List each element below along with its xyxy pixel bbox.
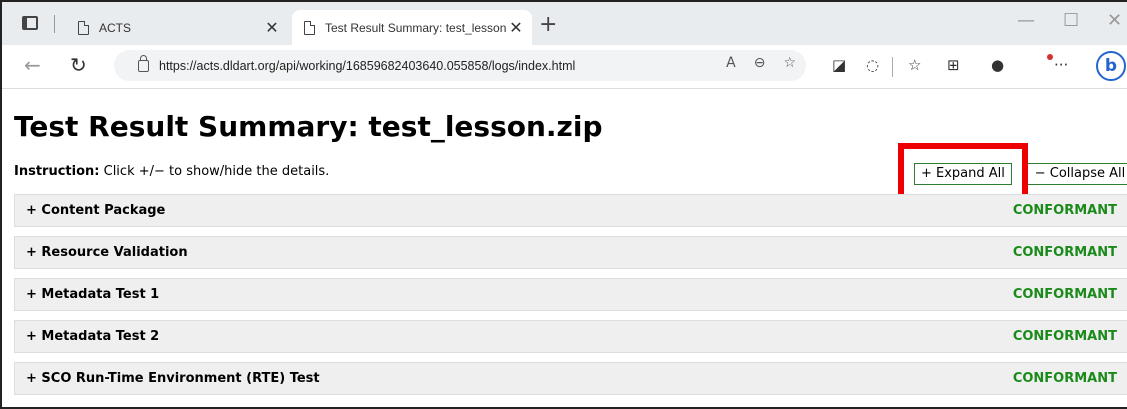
- new-tab-button[interactable]: +: [539, 12, 557, 37]
- instruction-label: Instruction:: [14, 164, 100, 179]
- section-label[interactable]: + Metadata Test 2: [15, 329, 159, 344]
- tab-divider: [54, 15, 55, 33]
- browser-toolbar: ← ↻ https://acts.dldart.org/api/working/…: [2, 45, 1127, 89]
- close-icon[interactable]: ✕: [506, 18, 526, 38]
- page-icon: [304, 20, 315, 35]
- status-badge: CONFORMANT: [1012, 287, 1117, 302]
- tab-actions-icon[interactable]: [22, 16, 38, 30]
- maximize-button[interactable]: ☐: [1063, 10, 1079, 31]
- address-bar-actions: A ⊖ ☆: [726, 55, 796, 71]
- more-menu-icon[interactable]: ···: [1054, 56, 1068, 74]
- tab-title: ACTS: [99, 20, 132, 35]
- collapse-all-button[interactable]: − Collapse All: [1024, 163, 1127, 185]
- address-bar[interactable]: https://acts.dldart.org/api/working/1685…: [114, 50, 806, 81]
- reload-icon[interactable]: ↻: [70, 53, 87, 77]
- section-label[interactable]: + Resource Validation: [15, 245, 188, 260]
- browser-window: ACTS ✕ Test Result Summary: test_lesson …: [0, 0, 1127, 409]
- status-badge: CONFORMANT: [1012, 245, 1117, 260]
- section-label[interactable]: + Metadata Test 1: [15, 287, 159, 302]
- tab-acts[interactable]: ACTS ✕: [66, 10, 288, 45]
- page-title: Test Result Summary: test_lesson.zip: [14, 110, 603, 143]
- zoom-icon[interactable]: ⊖: [754, 55, 766, 71]
- section-content-package[interactable]: + Content Package CONFORMANT: [14, 194, 1127, 227]
- section-metadata-test-1[interactable]: + Metadata Test 1 CONFORMANT: [14, 278, 1127, 311]
- page-content: Test Result Summary: test_lesson.zip Ins…: [2, 90, 1127, 407]
- url-text[interactable]: https://acts.dldart.org/api/working/1685…: [159, 59, 575, 73]
- page-icon: [78, 20, 89, 35]
- tab-test-result-summary[interactable]: Test Result Summary: test_lesson ✕: [292, 10, 532, 45]
- instruction-text: Click +/− to show/hide the details.: [99, 164, 330, 179]
- window-close-button[interactable]: ✕: [1107, 10, 1122, 31]
- tab-strip: ACTS ✕ Test Result Summary: test_lesson …: [2, 2, 1127, 45]
- lock-icon[interactable]: [138, 54, 149, 72]
- bing-chat-icon[interactable]: b: [1096, 51, 1126, 81]
- section-label[interactable]: + Content Package: [15, 203, 165, 218]
- status-badge: CONFORMANT: [1012, 329, 1117, 344]
- section-label[interactable]: + SCO Run-Time Environment (RTE) Test: [15, 371, 320, 386]
- section-metadata-test-2[interactable]: + Metadata Test 2 CONFORMANT: [14, 320, 1127, 353]
- minimize-button[interactable]: —: [1017, 10, 1035, 31]
- profile-icon[interactable]: ●: [991, 56, 1004, 74]
- status-badge: CONFORMANT: [1012, 203, 1117, 218]
- puzzle-icon[interactable]: ◌: [866, 56, 879, 74]
- tab-title: Test Result Summary: test_lesson: [325, 20, 506, 35]
- instruction: Instruction: Click +/− to show/hide the …: [14, 164, 329, 179]
- status-badge: CONFORMANT: [1012, 371, 1117, 386]
- collections-icon[interactable]: ⊞: [947, 56, 960, 74]
- toolbar-divider: [892, 57, 893, 77]
- section-sco-rte-test[interactable]: + SCO Run-Time Environment (RTE) Test CO…: [14, 362, 1127, 395]
- expand-all-button[interactable]: + Expand All: [914, 163, 1012, 185]
- extension-icon[interactable]: ◪: [832, 56, 846, 74]
- section-resource-validation[interactable]: + Resource Validation CONFORMANT: [14, 236, 1127, 269]
- close-icon[interactable]: ✕: [262, 18, 282, 38]
- favorites-icon[interactable]: ☆: [908, 56, 921, 74]
- favorite-star-icon[interactable]: ☆: [783, 55, 796, 71]
- read-aloud-icon[interactable]: A: [726, 55, 736, 71]
- notification-dot: [1047, 54, 1053, 60]
- back-arrow-icon[interactable]: ←: [24, 53, 41, 77]
